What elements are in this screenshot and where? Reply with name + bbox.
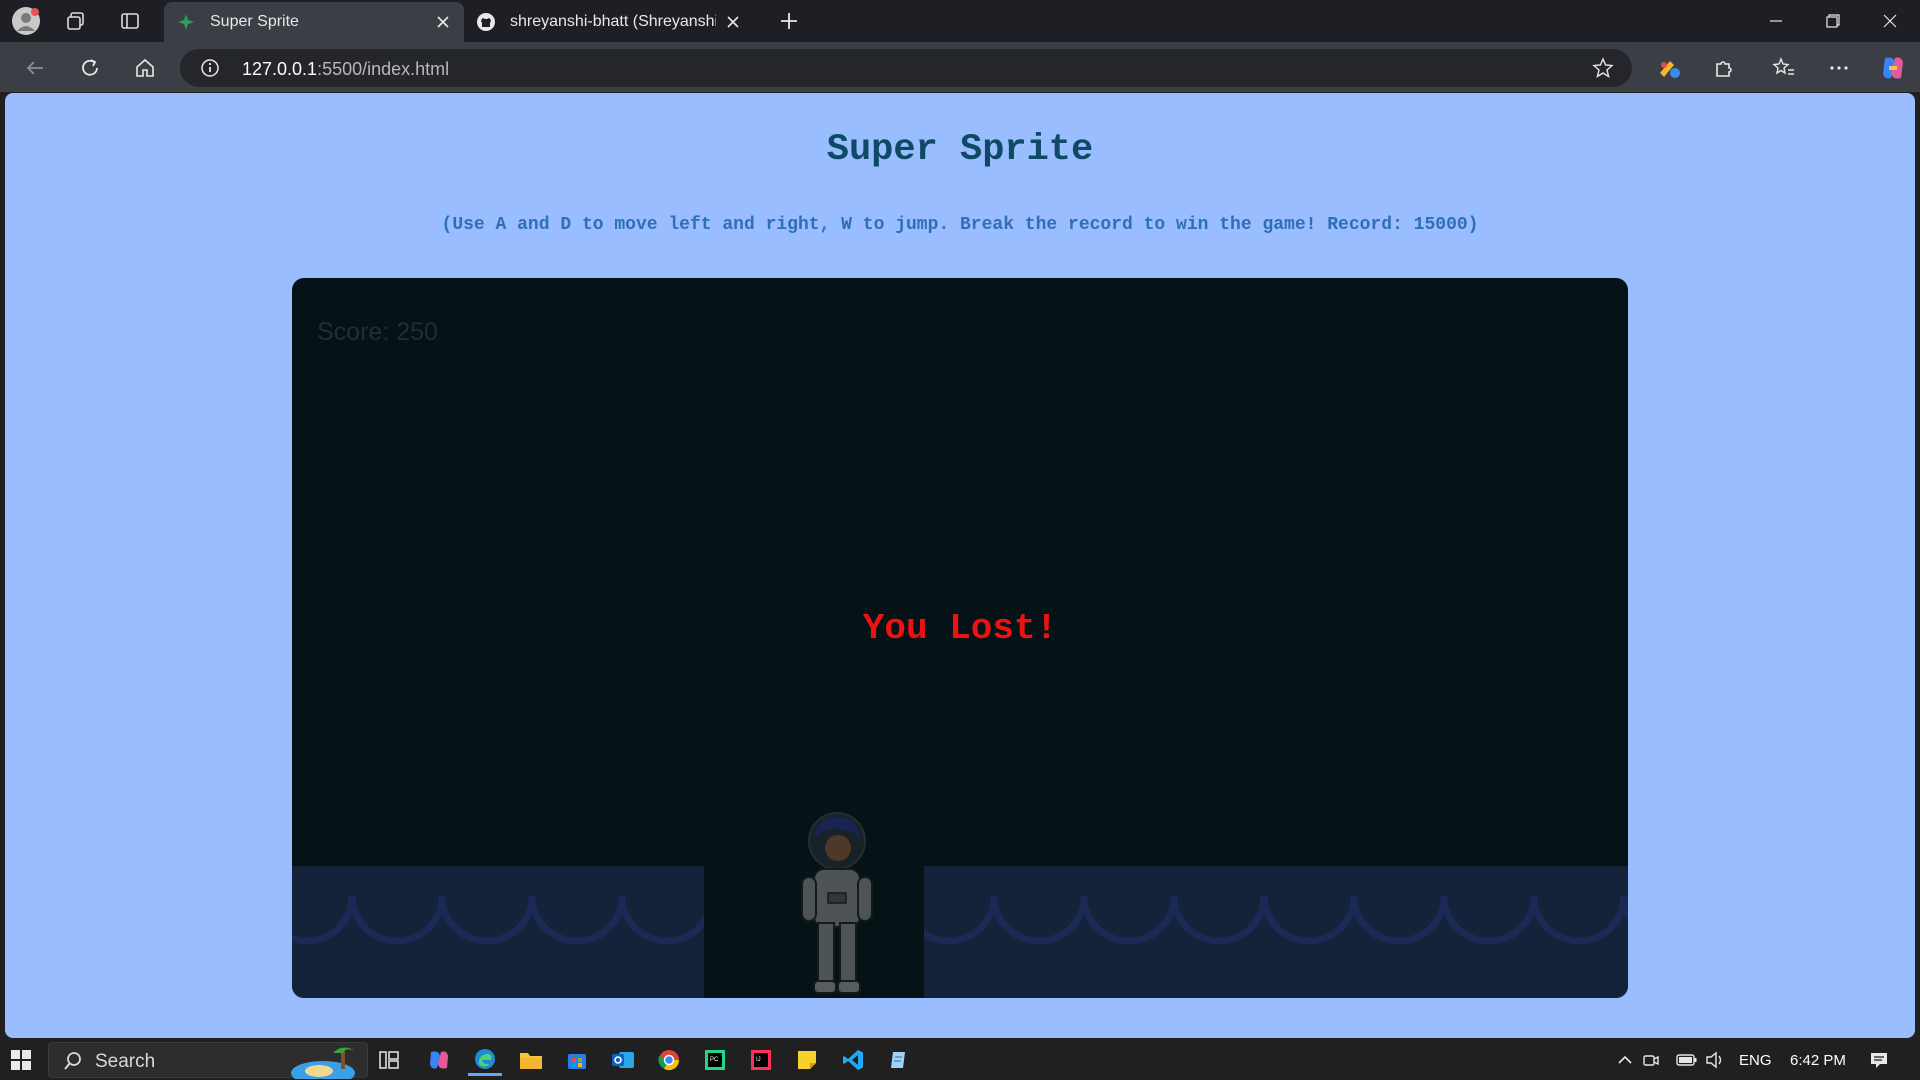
browser-essentials-icon[interactable] [1652, 51, 1686, 85]
site-info-icon[interactable] [200, 58, 220, 83]
taskbar-search-box[interactable]: Search [48, 1042, 368, 1080]
tab-title: shreyanshi-bhatt (Shreyanshi Bhat [510, 13, 716, 30]
workspaces-icon[interactable] [60, 5, 92, 37]
game-instructions: (Use A and D to move left and right, W t… [441, 215, 1479, 235]
file-explorer-icon[interactable] [514, 1044, 548, 1076]
extensions-icon[interactable] [1707, 51, 1741, 85]
game-over-message: You Lost! [862, 608, 1058, 649]
store-icon[interactable] [560, 1044, 594, 1076]
edge-icon[interactable] [468, 1044, 502, 1076]
restore-icon[interactable] [1805, 0, 1861, 42]
notifications-icon[interactable] [1862, 1044, 1896, 1076]
url-text: 127.0.0.1:5500/index.html [242, 59, 449, 80]
score-label: Score: [317, 318, 397, 346]
refresh-icon[interactable] [73, 51, 107, 85]
svg-text:IJ: IJ [756, 1057, 761, 1063]
favorites-icon[interactable] [1767, 51, 1801, 85]
search-highlight-illustration-icon [289, 1043, 367, 1080]
page-viewport: Super Sprite (Use A and D to move left a… [5, 93, 1915, 1038]
url-path: :5500/index.html [317, 59, 450, 79]
close-tab-icon[interactable] [434, 13, 452, 31]
ground-platform-right [924, 866, 1628, 998]
chrome-icon[interactable] [652, 1044, 686, 1076]
vertical-tabs-icon[interactable] [114, 5, 146, 37]
score-value: 250 [396, 318, 438, 346]
more-options-icon[interactable] [1822, 51, 1856, 85]
astronaut-sprite [792, 811, 882, 998]
notepad-icon[interactable] [882, 1044, 916, 1076]
close-window-icon[interactable] [1862, 0, 1918, 42]
tab-super-sprite[interactable]: Super Sprite [164, 2, 464, 42]
ground-platform-left [292, 866, 704, 998]
browser-toolbar: 127.0.0.1:5500/index.html [0, 42, 1920, 92]
volume-icon[interactable] [1698, 1044, 1732, 1076]
language-indicator[interactable]: ENG [1739, 1052, 1772, 1069]
start-windows-icon[interactable] [4, 1044, 38, 1076]
svg-text:PC: PC [710, 1057, 719, 1063]
game-canvas[interactable]: Score: 250 You Lost! [292, 278, 1628, 998]
address-bar[interactable]: 127.0.0.1:5500/index.html [180, 49, 1632, 87]
copilot-icon[interactable] [422, 1044, 456, 1076]
copilot-icon[interactable] [1876, 51, 1910, 85]
home-icon[interactable] [128, 51, 162, 85]
browser-tab-strip: Super Sprite shreyanshi-bhatt (Shreyansh… [0, 0, 1920, 42]
favorite-star-icon[interactable] [1592, 57, 1614, 84]
score-display: Score: 250 [317, 318, 438, 347]
task-view-icon[interactable] [372, 1044, 406, 1076]
intellij-icon[interactable]: IJ [744, 1044, 778, 1076]
profile-avatar[interactable] [10, 5, 42, 37]
sprite-favicon-icon [176, 12, 196, 32]
windows-taskbar: Search PC IJ ENG 6:42 PM [0, 1040, 1920, 1080]
search-placeholder: Search [95, 1051, 156, 1072]
url-host: 127.0.0.1 [242, 59, 318, 79]
clock-time[interactable]: 6:42 PM [1790, 1052, 1846, 1069]
tab-github[interactable]: shreyanshi-bhatt (Shreyanshi Bhat [464, 2, 754, 42]
minimize-icon[interactable] [1748, 0, 1804, 42]
search-icon [63, 1051, 83, 1076]
meet-camera-icon[interactable] [1634, 1044, 1668, 1076]
tab-title: Super Sprite [210, 13, 299, 30]
outlook-icon[interactable] [606, 1044, 640, 1076]
sticky-notes-icon[interactable] [790, 1044, 824, 1076]
page-title: Super Sprite [826, 129, 1094, 171]
github-icon [476, 12, 496, 32]
back-icon[interactable] [18, 51, 52, 85]
close-tab-icon[interactable] [724, 13, 742, 31]
new-tab-icon[interactable] [773, 5, 805, 37]
vscode-icon[interactable] [836, 1044, 870, 1076]
pycharm-icon[interactable]: PC [698, 1044, 732, 1076]
